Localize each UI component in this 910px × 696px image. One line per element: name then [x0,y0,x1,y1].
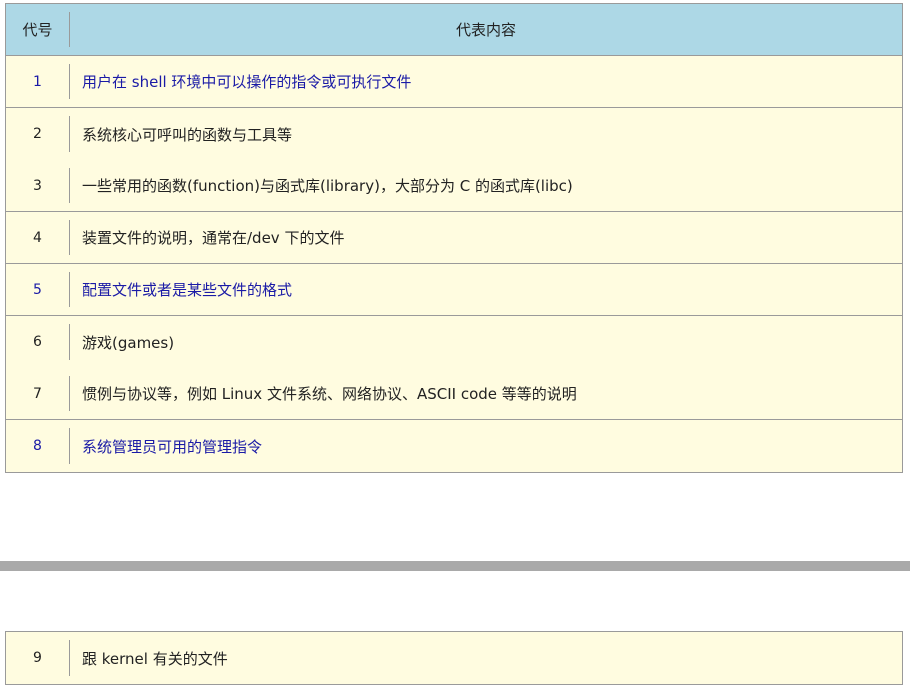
table-row: 9 跟 kernel 有关的文件 [6,632,902,684]
row-description: 一些常用的函数(function)与函式库(library)，大部分为 C 的函… [82,177,573,195]
row-description: 跟 kernel 有关的文件 [82,649,228,668]
column-divider [69,272,70,307]
table-row: 2 系统核心可呼叫的函数与工具等 [6,108,902,160]
column-divider [69,428,70,464]
column-divider [69,640,70,676]
row-code: 4 [33,229,42,246]
man-section-table-continued: 9 跟 kernel 有关的文件 [5,631,903,685]
row-code: 2 [33,126,42,142]
row-description: 用户在 shell 环境中可以操作的指令或可执行文件 [82,73,412,91]
row-code: 5 [33,281,42,298]
table-row: 6 游戏(games) [6,316,902,368]
table-row: 3 一些常用的函数(function)与函式库(library)，大部分为 C … [6,160,902,212]
column-divider [69,168,70,203]
row-code: 8 [33,438,42,454]
column-divider [69,64,70,99]
column-divider [69,324,70,360]
table-header: 代号 代表内容 [6,4,902,56]
table-row: 7 惯例与协议等，例如 Linux 文件系统、网络协议、ASCII code 等… [6,368,902,420]
row-description: 系统核心可呼叫的函数与工具等 [82,125,293,144]
row-code: 6 [33,334,42,350]
row-description: 系统管理员可用的管理指令 [82,437,263,456]
table-row: 1 用户在 shell 环境中可以操作的指令或可执行文件 [6,56,902,108]
row-description: 装置文件的说明，通常在/dev 下的文件 [82,229,345,247]
row-code: 7 [33,385,42,402]
row-description: 惯例与协议等，例如 Linux 文件系统、网络协议、ASCII code 等等的… [82,385,577,403]
man-section-table: 代号 代表内容 1 用户在 shell 环境中可以操作的指令或可执行文件 2 系… [5,3,903,473]
header-content: 代表内容 [455,21,516,39]
row-description: 配置文件或者是某些文件的格式 [82,281,293,299]
column-divider [69,220,70,255]
table-row: 8 系统管理员可用的管理指令 [6,420,902,472]
header-code: 代号 [22,21,53,39]
row-code: 3 [33,177,42,194]
column-divider [69,116,70,152]
row-code: 1 [33,73,42,90]
table-row: 5 配置文件或者是某些文件的格式 [6,264,902,316]
section-divider [0,561,910,571]
table-row: 4 装置文件的说明，通常在/dev 下的文件 [6,212,902,264]
row-code: 9 [33,650,42,666]
row-description: 游戏(games) [82,333,175,352]
column-divider [69,376,70,411]
